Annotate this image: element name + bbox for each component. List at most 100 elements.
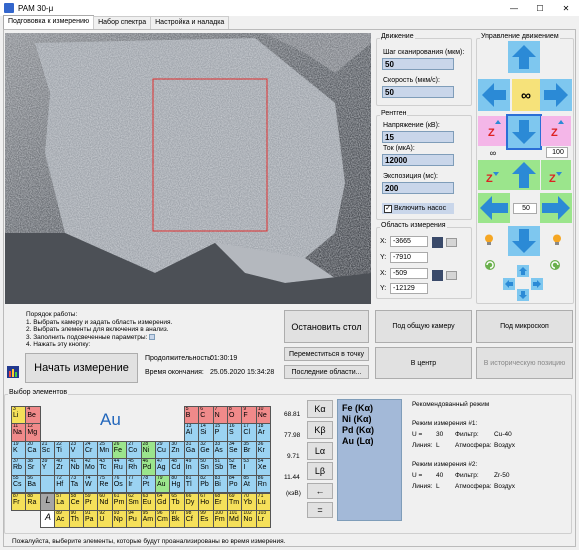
element-cell[interactable]: 18 Ar [255, 423, 272, 442]
clear-elements-button[interactable]: = [307, 502, 333, 518]
element-cell[interactable]: 25 Mn [97, 440, 113, 459]
y2-input[interactable]: -12129 [390, 283, 428, 294]
element-cell[interactable]: 4 Be [25, 406, 41, 425]
move-up-button[interactable] [508, 41, 540, 73]
element-cell[interactable]: 14 Si [198, 423, 214, 442]
clear-point2-icon[interactable] [446, 271, 457, 280]
element-cell[interactable]: 28 Ni [140, 440, 156, 459]
element-cell[interactable]: 72 Hf [54, 475, 70, 494]
element-cell[interactable]: 23 V [68, 440, 84, 459]
line-lb-button[interactable]: Lβ [307, 462, 333, 480]
move-left-button[interactable] [478, 79, 510, 111]
save-point2-icon[interactable] [432, 270, 443, 281]
element-cell[interactable]: 53 I [241, 457, 257, 477]
element-cell[interactable]: 49 In [183, 457, 200, 477]
element-cell[interactable]: 34 Se [227, 440, 243, 459]
element-cell[interactable]: 8O [227, 406, 243, 425]
element-cell[interactable]: 98 Cf [183, 509, 200, 529]
x1-input[interactable]: -3665 [390, 236, 428, 247]
element-cell[interactable]: 102 No [241, 509, 257, 529]
element-cell[interactable]: 52 Te [227, 457, 243, 477]
pump-checkbox[interactable]: ✓ [384, 204, 392, 213]
nudge-down-button[interactable] [517, 289, 529, 301]
element-cell[interactable]: 30 Zn [169, 440, 185, 459]
element-cell[interactable]: L [39, 492, 56, 511]
tab-preparation[interactable]: Подгововка к измерению [3, 15, 95, 29]
element-cell[interactable]: 62 Sm [126, 492, 142, 511]
element-cell[interactable]: 103 Lr [255, 509, 272, 529]
element-cell[interactable]: 83 Bi [212, 475, 228, 494]
element-cell[interactable]: 74 W [83, 475, 99, 494]
minimize-button[interactable]: — [501, 0, 527, 16]
element-cell[interactable]: 29 Cu [155, 440, 171, 459]
element-cell[interactable]: 20 Ca [25, 440, 41, 459]
z-down-button[interactable]: Z [478, 160, 508, 190]
element-cell[interactable]: 45 Rh [126, 457, 142, 477]
maximize-button[interactable]: ☐ [527, 0, 553, 16]
element-cell[interactable]: 80 Hg [169, 475, 185, 494]
element-cell[interactable]: 42 Mo [83, 457, 99, 477]
element-cell[interactable]: 22 Ti [54, 440, 70, 459]
element-cell[interactable]: 84 Po [227, 475, 243, 494]
element-cell[interactable]: 69 Tm [227, 492, 243, 511]
camera-view[interactable] [5, 33, 371, 304]
element-cell[interactable]: 36 Kr [255, 440, 272, 459]
element-cell[interactable]: 77 Ir [126, 475, 142, 494]
exposure-input[interactable]: 200 [382, 182, 454, 194]
clear-point1-icon[interactable] [446, 238, 457, 247]
element-cell[interactable]: 101 Md [227, 509, 243, 529]
element-cell[interactable]: 7N [212, 406, 228, 425]
element-cell[interactable]: 33 As [212, 440, 228, 459]
center-button[interactable]: В центр [375, 347, 472, 379]
element-cell[interactable]: 99 Es [198, 509, 214, 529]
element-cell[interactable]: 59 Pr [83, 492, 99, 511]
voltage-input[interactable]: 15 [382, 131, 454, 143]
tab-spectrum[interactable]: Набор спектра [93, 16, 152, 29]
element-cell[interactable]: 38 Sr [25, 457, 41, 477]
element-cell[interactable]: 47 Ag [155, 457, 171, 477]
element-cell[interactable]: 41 Nb [68, 457, 84, 477]
element-cell[interactable]: 9F [241, 406, 257, 425]
element-cell[interactable]: 3 Li [11, 406, 27, 425]
move-down-button[interactable] [506, 114, 542, 150]
z-speed-input[interactable]: 100 [546, 147, 568, 158]
element-cell[interactable]: 21 Sc [39, 440, 56, 459]
list-item[interactable]: Au (Lα) [342, 436, 397, 447]
infinite-mode-button[interactable]: ∞ [512, 79, 540, 111]
element-cell[interactable]: 35 Br [241, 440, 257, 459]
z-up-fast-button[interactable]: Z [541, 116, 571, 146]
element-cell[interactable]: 67 Ho [198, 492, 214, 511]
start-measurement-button[interactable]: Начать измерение [25, 353, 138, 383]
element-cell[interactable]: 95 Am [140, 509, 156, 529]
element-cell[interactable]: 96 Cm [155, 509, 171, 529]
element-cell[interactable]: 88 Ra [25, 492, 41, 511]
close-button[interactable]: ✕ [553, 0, 579, 16]
element-cell[interactable]: 32 Ge [198, 440, 214, 459]
element-cell[interactable]: 66 Dy [183, 492, 200, 511]
element-cell[interactable]: 51 Sb [212, 457, 228, 477]
element-cell[interactable]: 24 Cr [83, 440, 99, 459]
nudge-up-button[interactable] [517, 265, 529, 277]
element-cell[interactable]: 71 Lu [255, 492, 272, 511]
element-cell[interactable]: 58 Ce [68, 492, 84, 511]
step-input[interactable]: 50 [382, 58, 454, 70]
element-cell[interactable]: 27 Co [126, 440, 142, 459]
element-cell[interactable]: A [39, 509, 56, 529]
focus-up-button[interactable] [508, 160, 540, 190]
element-cell[interactable]: 5B [183, 406, 200, 425]
element-cell[interactable]: 6C [198, 406, 214, 425]
x2-input[interactable]: -509 [390, 268, 428, 279]
element-cell[interactable]: 46 Pd [140, 457, 156, 477]
element-cell[interactable]: 15 P [212, 423, 228, 442]
element-cell[interactable]: 89 Ac [54, 509, 70, 529]
element-cell[interactable]: 57 La [54, 492, 70, 511]
line-la-button[interactable]: Lα [307, 442, 333, 460]
speed-input[interactable]: 50 [382, 86, 454, 98]
element-cell[interactable]: 82 Pb [198, 475, 214, 494]
element-cell[interactable]: 54 Xe [255, 457, 272, 477]
element-cell[interactable]: 79 Au [155, 475, 171, 494]
focus-left-button[interactable] [478, 193, 510, 223]
element-cell[interactable] [39, 475, 56, 494]
focus-down-button[interactable] [508, 226, 540, 256]
element-cell[interactable]: 60 Nd [97, 492, 113, 511]
